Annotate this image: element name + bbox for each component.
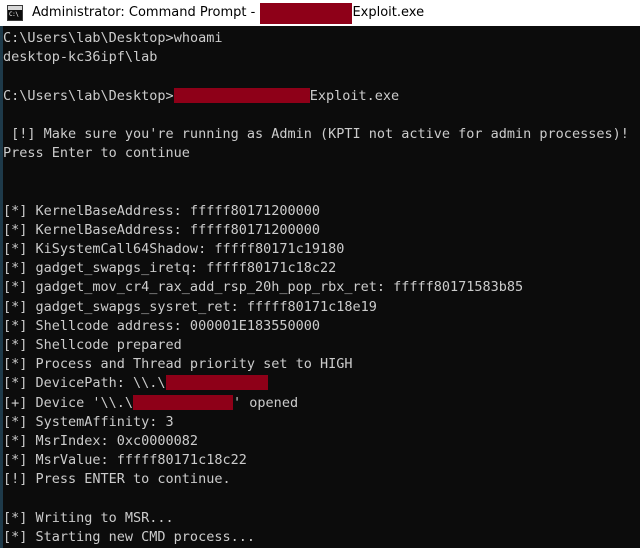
window-titlebar[interactable]: C:\ Administrator: Command Prompt - Expl… [0,0,640,26]
window-title-suffix: Exploit.exe [352,5,425,20]
redacted-device-name [133,394,234,410]
console-line-output: Press Enter to continue [3,145,190,162]
console-line-info: [*] MsrValue: fffff80171c18c22 [3,452,247,469]
console-line-info: [*] KernelBaseAddress: fffff80171200000 [3,202,320,219]
console-line-output: desktop-kc36ipf\lab [3,49,158,66]
console-line-info: [*] Writing to MSR... [3,509,174,526]
console-line-info: [*] SystemAffinity: 3 [3,413,174,430]
console-line-info: [*] Process and Thread priority set to H… [3,356,353,373]
console-line-info: [*] MsrIndex: 0xc0000082 [3,432,199,449]
console-line: [*] DevicePath: \\.\ [3,374,640,393]
console-icon: C:\ [7,5,23,21]
console-line-warning: [!] Make sure you're running as Admin (K… [3,125,629,142]
console-line-info: [*] Shellcode address: 000001E183550000 [3,317,320,334]
console-output-area[interactable]: C:\Users\lab\Desktop>whoami desktop-kc36i… [0,26,640,548]
console-devicepath-label: [*] DevicePath: \\.\ [3,375,166,392]
console-line-info: [*] Starting new CMD process... [3,528,255,545]
console-line-warning: [!] Press ENTER to continue. [3,471,231,488]
command-prompt-window: C:\ Administrator: Command Prompt - Expl… [0,0,640,548]
console-line-info: [*] gadget_swapgs_sysret_ret: fffff80171… [3,298,377,315]
console-line-list: C:\Users\lab\Desktop>whoami desktop-kc36i… [3,29,640,548]
console-line: C:\Users\lab\Desktop> Exploit.exe [3,87,640,106]
console-line-info: [*] gadget_swapgs_iretq: fffff80171c18c2… [3,260,337,277]
console-line: C:\Users\lab\Desktop>whoami [3,29,640,48]
console-icon-prompt-glyph: C:\ [9,11,19,18]
console-line-info: [*] gadget_mov_cr4_rax_add_rsp_20h_pop_r… [3,279,524,296]
console-device-open-label: [+] Device '\\.\ [3,394,134,411]
window-title-prefix: Administrator: Command Prompt - [32,5,260,20]
console-line-info: [*] KiSystemCall64Shadow: fffff80171c191… [3,241,345,258]
console-device-open-suffix: ' opened [233,394,299,411]
console-prompt: C:\Users\lab\Desktop> [3,30,174,46]
redacted-title-path [260,2,353,24]
redacted-command-path [173,87,310,103]
console-icon-caption-bar [8,6,22,10]
window-title: Administrator: Command Prompt - Exploit.… [32,0,424,26]
console-command-text: Exploit.exe [309,87,400,104]
console-prompt: C:\Users\lab\Desktop> [3,87,174,104]
console-line: [+] Device '\\.\ ' opened [3,394,640,413]
console-command-text: whoami [173,30,223,46]
console-line-info: [*] Shellcode prepared [3,337,182,353]
redacted-device-path [165,375,268,391]
console-line-info: [*] KernelBaseAddress: fffff80171200000 [3,221,320,238]
